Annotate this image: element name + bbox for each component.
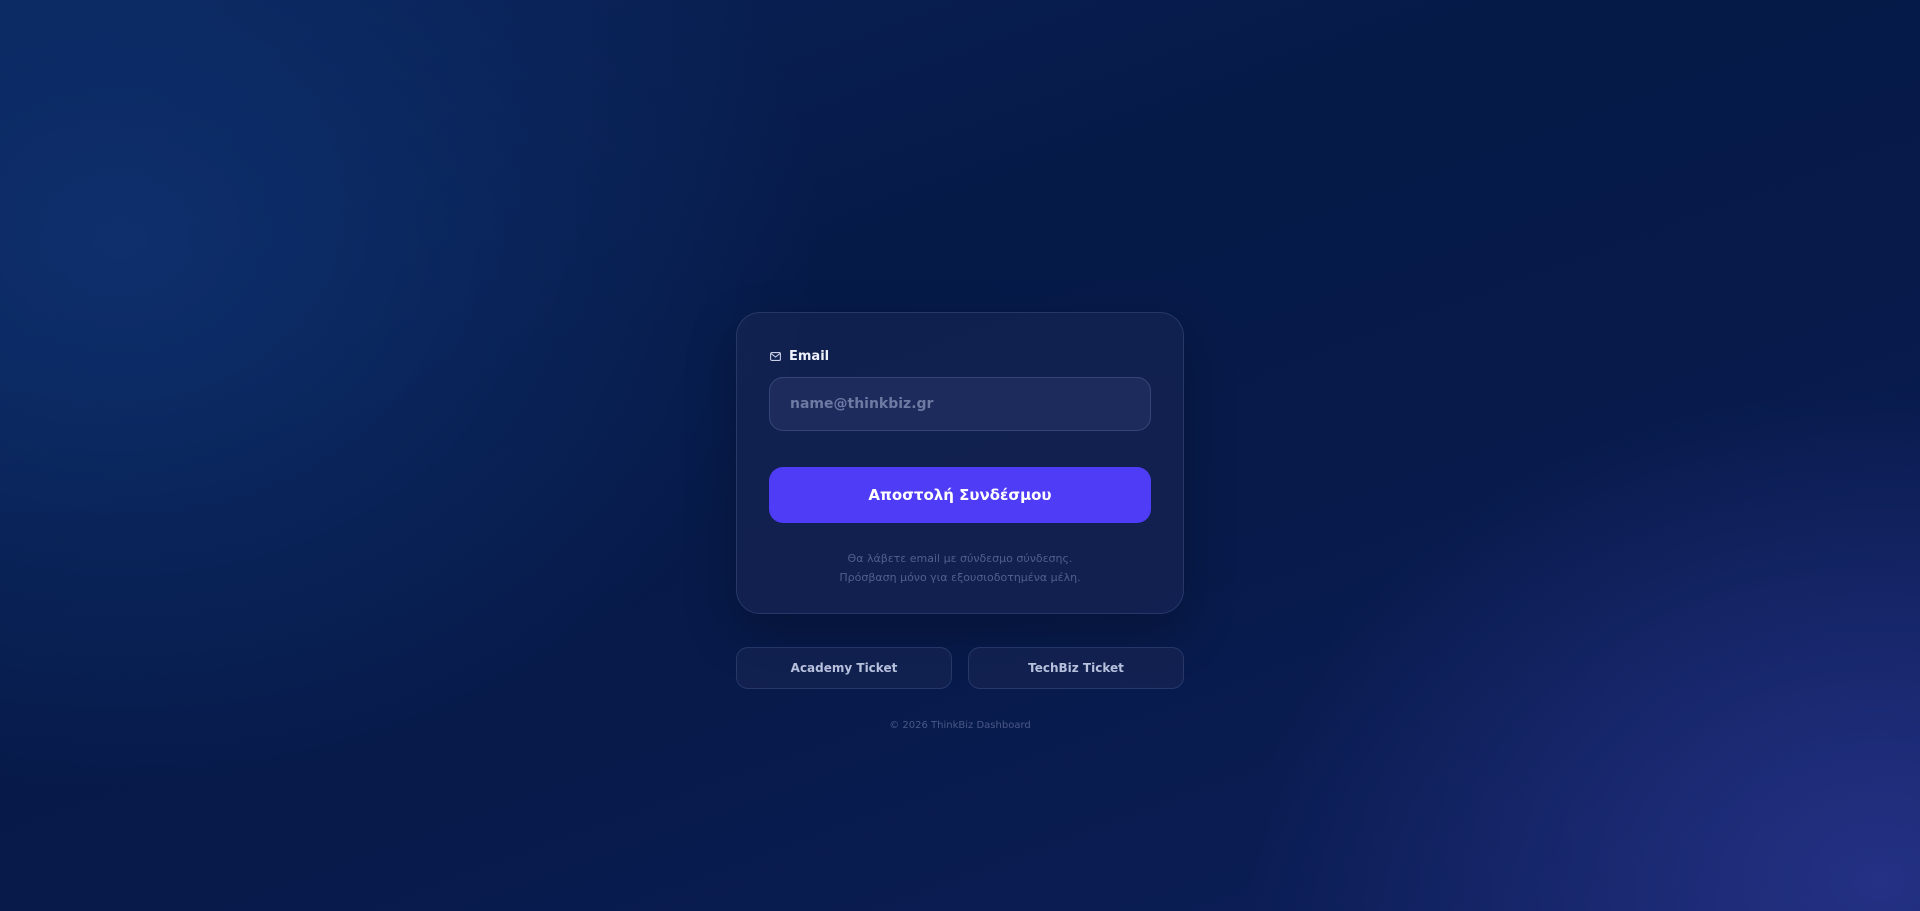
info-line-2: Πρόσβαση μόνο για εξουσιοδοτημένα μέλη.: [839, 571, 1081, 584]
academy-ticket-button[interactable]: Academy Ticket: [736, 647, 952, 689]
email-label-row: Email: [769, 346, 1151, 366]
email-field[interactable]: [769, 377, 1151, 431]
info-text: Θα λάβετε email με σύνδεσμο σύνδεσης. Πρ…: [769, 549, 1151, 587]
footer-copyright: © 2026 ThinkBiz Dashboard: [889, 720, 1031, 731]
mail-icon: [770, 351, 781, 361]
techbiz-ticket-button[interactable]: TechBiz Ticket: [968, 647, 1184, 689]
info-line-1: Θα λάβετε email με σύνδεσμο σύνδεσης.: [847, 552, 1073, 565]
email-label: Email: [789, 348, 830, 364]
ticket-links: Academy Ticket TechBiz Ticket: [736, 647, 1184, 689]
login-card: Email Αποστολή Συνδέσμου Θα λάβετε email…: [736, 312, 1184, 614]
send-link-button[interactable]: Αποστολή Συνδέσμου: [769, 467, 1151, 523]
